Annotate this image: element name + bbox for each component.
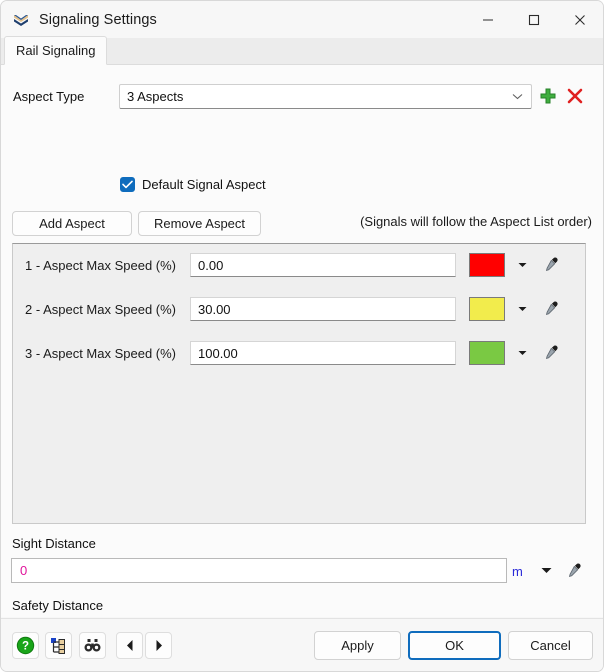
apply-button[interactable]: Apply [314, 631, 401, 660]
svg-text:?: ? [22, 641, 29, 653]
title-bar: Signaling Settings [1, 1, 603, 38]
aspect-max-speed-input[interactable]: 0.00 [190, 253, 456, 277]
aspect-row: 3 - Aspect Max Speed (%) 100.00 [13, 338, 587, 368]
aspect-type-value: 3 Aspects [127, 88, 184, 104]
cancel-button[interactable]: Cancel [508, 631, 593, 660]
aspect-max-speed-value: 100.00 [198, 345, 238, 361]
aspect-max-speed-value: 30.00 [198, 301, 231, 317]
aspect-color-swatch[interactable] [469, 341, 505, 365]
sight-distance-input[interactable]: 0 [11, 558, 507, 583]
color-dropdown-icon[interactable] [515, 341, 529, 365]
color-picker-icon[interactable] [538, 297, 564, 321]
aspect-type-combobox[interactable]: 3 Aspects [119, 83, 532, 109]
aspect-max-speed-value: 0.00 [198, 257, 224, 273]
color-dropdown-icon[interactable] [515, 297, 529, 321]
aspect-label: 2 - Aspect Max Speed (%) [25, 301, 177, 317]
hierarchy-button[interactable] [45, 632, 72, 659]
sight-distance-label: Sight Distance [12, 536, 96, 551]
chevron-down-icon [512, 93, 523, 100]
aspect-row: 1 - Aspect Max Speed (%) 0.00 [13, 250, 587, 280]
tab-rail-signaling[interactable]: Rail Signaling [4, 36, 107, 65]
color-picker-icon[interactable] [538, 341, 564, 365]
aspect-type-row: Aspect Type 3 Aspects [1, 83, 603, 109]
help-button[interactable]: ? [12, 632, 39, 659]
safety-distance-label: Safety Distance [12, 598, 104, 613]
maximize-icon[interactable] [511, 1, 557, 38]
delete-aspect-type-button[interactable] [563, 84, 587, 108]
dialog-button-bar: ? Apply OK Cancel [1, 618, 603, 671]
dialog-content: Aspect Type 3 Aspects Default Signal Asp… [1, 65, 603, 646]
ok-button[interactable]: OK [408, 631, 501, 660]
color-dropdown-icon[interactable] [515, 253, 529, 277]
default-signal-aspect-label: Default Signal Aspect [142, 177, 266, 192]
add-aspect-type-button[interactable] [536, 84, 560, 108]
sight-distance-dropdown-icon[interactable] [537, 558, 555, 583]
aspect-label: 1 - Aspect Max Speed (%) [25, 257, 177, 273]
sight-distance-picker-icon[interactable] [561, 558, 587, 583]
rail-crossing-icon [12, 11, 30, 29]
aspect-row: 2 - Aspect Max Speed (%) 30.00 [13, 294, 587, 324]
tab-label: Rail Signaling [16, 43, 96, 58]
minimize-icon[interactable] [465, 1, 511, 38]
remove-aspect-button[interactable]: Remove Aspect [138, 211, 261, 236]
aspect-list-panel: 1 - Aspect Max Speed (%) 0.00 2 - Aspect… [12, 243, 586, 524]
aspect-color-swatch[interactable] [469, 253, 505, 277]
default-signal-aspect-checkbox[interactable] [120, 177, 135, 192]
aspect-label: 3 - Aspect Max Speed (%) [25, 345, 177, 361]
previous-button[interactable] [116, 632, 143, 659]
sight-distance-value: 0 [20, 563, 28, 578]
aspect-max-speed-input[interactable]: 100.00 [190, 341, 456, 365]
aspect-order-hint: (Signals will follow the Aspect List ord… [360, 214, 592, 229]
window-title: Signaling Settings [39, 11, 157, 28]
next-button[interactable] [145, 632, 172, 659]
window-controls [465, 1, 603, 38]
signaling-settings-window: Signaling Settings Rail Signaling Aspect… [0, 0, 604, 672]
aspect-type-label: Aspect Type [13, 88, 85, 104]
color-picker-icon[interactable] [538, 253, 564, 277]
default-signal-aspect-row[interactable]: Default Signal Aspect [120, 177, 266, 192]
close-icon[interactable] [557, 1, 603, 38]
aspect-max-speed-input[interactable]: 30.00 [190, 297, 456, 321]
tab-strip: Rail Signaling [1, 36, 603, 65]
binoculars-button[interactable] [79, 632, 106, 659]
aspect-actions-row: Add Aspect Remove Aspect (Signals will f… [1, 211, 603, 236]
add-aspect-button[interactable]: Add Aspect [12, 211, 132, 236]
sight-distance-unit: m [512, 564, 523, 579]
aspect-color-swatch[interactable] [469, 297, 505, 321]
